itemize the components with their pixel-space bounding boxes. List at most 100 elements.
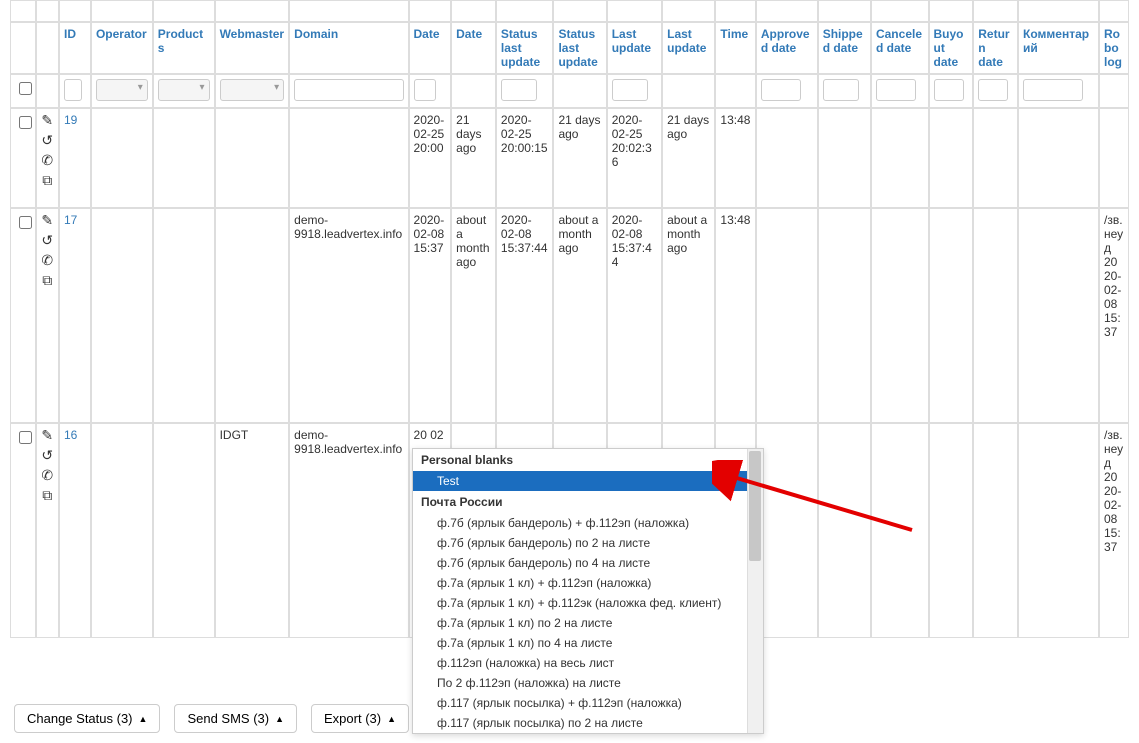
button-label: Export (3) (324, 711, 381, 726)
call-icon[interactable]: ✆ (41, 468, 53, 482)
cell-products (153, 423, 215, 638)
filter-id[interactable] (64, 79, 82, 101)
filter-approved[interactable] (761, 79, 801, 101)
col-operator[interactable]: Operator (91, 22, 153, 74)
id-link[interactable]: 17 (64, 213, 77, 227)
copy-icon[interactable]: ⧉ (42, 273, 52, 287)
col-status-last-update[interactable]: Status last update (496, 22, 554, 74)
col-id[interactable]: ID (59, 22, 91, 74)
cell-date: 2020-02-25 20:00 (409, 108, 452, 208)
dropdown-item[interactable]: ф.7а (ярлык 1 кл) + ф.112эп (наложка) (413, 573, 763, 593)
cell-operator (91, 423, 153, 638)
cell-operator (91, 108, 153, 208)
cell-domain (289, 108, 408, 208)
caret-up-icon: ▲ (275, 714, 284, 724)
cell-date-rel: 21 days ago (451, 108, 496, 208)
filter-domain[interactable] (294, 79, 403, 101)
dropdown-item[interactable]: ф.7б (ярлык бандероль) по 2 на листе (413, 533, 763, 553)
filter-lu[interactable] (612, 79, 648, 101)
col-webmaster[interactable]: Webmaster (215, 22, 290, 74)
send-sms-button[interactable]: Send SMS (3) ▲ (174, 704, 297, 733)
row-checkbox[interactable] (19, 216, 32, 229)
export-button[interactable]: Export (3) ▲ (311, 704, 409, 733)
dropdown-item[interactable]: ф.7б (ярлык бандероль) + ф.112эп (наложк… (413, 513, 763, 533)
cell-time: 13:48 (715, 208, 755, 423)
col-return[interactable]: Return date (973, 22, 1018, 74)
call-icon[interactable]: ✆ (41, 253, 53, 267)
dropdown-item[interactable]: По 2 ф.112эп (наложка) на листе (413, 673, 763, 693)
cell-time: 13:48 (715, 108, 755, 208)
col-canceled[interactable]: Canceled date (871, 22, 929, 74)
cell-lu: 2020-02-08 15:37:44 (607, 208, 662, 423)
col-domain[interactable]: Domain (289, 22, 408, 74)
cell-robolog: /зв. неуд 2020-02-08 15:37 (1099, 208, 1129, 423)
copy-icon[interactable]: ⧉ (42, 488, 52, 502)
cell-lu-rel: about a month ago (662, 208, 715, 423)
change-status-button[interactable]: Change Status (3) ▲ (14, 704, 160, 733)
filter-slu[interactable] (501, 79, 537, 101)
caret-up-icon: ▲ (387, 714, 396, 724)
history-icon[interactable]: ↺ (41, 448, 53, 462)
col-approved[interactable]: Approved date (756, 22, 818, 74)
col-shipped[interactable]: Shipped date (818, 22, 871, 74)
cell-robolog (1099, 108, 1129, 208)
filter-shipped[interactable] (823, 79, 859, 101)
caret-up-icon: ▲ (139, 714, 148, 724)
cell-date: 2020-02-08 15:37 (409, 208, 452, 423)
select-all-checkbox[interactable] (19, 82, 32, 95)
dropdown-item[interactable]: ф.117 (ярлык посылка) + ф.112эп (наложка… (413, 693, 763, 713)
cell-robolog: /зв. неуд 2020-02-08 15:37 (1099, 423, 1129, 638)
cell-webmaster (215, 108, 290, 208)
edit-icon[interactable]: ✎ (41, 428, 53, 442)
cell-date-rel: about a month ago (451, 208, 496, 423)
col-date2[interactable]: Date (451, 22, 496, 74)
dropdown-item[interactable]: ф.7а (ярлык 1 кл) + ф.112эк (наложка фед… (413, 593, 763, 613)
button-label: Change Status (3) (27, 711, 133, 726)
id-link[interactable]: 19 (64, 113, 77, 127)
print-blanks-dropdown: Personal blanks Test Почта России ф.7б (… (412, 448, 764, 734)
filter-date[interactable] (414, 79, 436, 101)
call-icon[interactable]: ✆ (41, 153, 53, 167)
dropdown-scrollbar[interactable] (747, 449, 763, 733)
cell-domain: demo-9918.leadvertex.info (289, 208, 408, 423)
col-comment[interactable]: Комментарий (1018, 22, 1099, 74)
row-checkbox[interactable] (19, 431, 32, 444)
col-status-last-update2[interactable]: Status last update (553, 22, 606, 74)
cell-domain: demo-9918.leadvertex.info (289, 423, 408, 638)
history-icon[interactable]: ↺ (41, 233, 53, 247)
filter-operator[interactable] (96, 79, 148, 101)
cell-lu-rel: 21 days ago (662, 108, 715, 208)
col-last-update[interactable]: Last update (607, 22, 662, 74)
filter-webmaster[interactable] (220, 79, 285, 101)
col-robolog[interactable]: Robo log (1099, 22, 1129, 74)
dropdown-item-test[interactable]: Test (413, 471, 763, 491)
col-buyout[interactable]: Buyout date (929, 22, 974, 74)
cell-webmaster (215, 208, 290, 423)
dropdown-item[interactable]: ф.117 (ярлык посылка) по 2 на листе (413, 713, 763, 733)
col-last-update2[interactable]: Last update (662, 22, 715, 74)
edit-icon[interactable]: ✎ (41, 113, 53, 127)
filter-products[interactable] (158, 79, 210, 101)
history-icon[interactable]: ↺ (41, 133, 53, 147)
filter-canceled[interactable] (876, 79, 916, 101)
filter-buyout[interactable] (934, 79, 964, 101)
copy-icon[interactable]: ⧉ (42, 173, 52, 187)
dropdown-item[interactable]: ф.112эп (наложка) на весь лист (413, 653, 763, 673)
dropdown-item[interactable]: ф.7а (ярлык 1 кл) по 4 на листе (413, 633, 763, 653)
edit-icon[interactable]: ✎ (41, 213, 53, 227)
col-date[interactable]: Date (409, 22, 452, 74)
cell-operator (91, 208, 153, 423)
dropdown-group-personal: Personal blanks (413, 449, 763, 471)
col-time[interactable]: Time (715, 22, 755, 74)
filter-comment[interactable] (1023, 79, 1083, 101)
dropdown-item[interactable]: ф.7б (ярлык бандероль) по 4 на листе (413, 553, 763, 573)
scrollbar-thumb[interactable] (749, 451, 761, 561)
cell-lu: 2020-02-25 20:02:36 (607, 108, 662, 208)
col-products[interactable]: Products (153, 22, 215, 74)
dropdown-item[interactable]: ф.7а (ярлык 1 кл) по 2 на листе (413, 613, 763, 633)
dropdown-group-post: Почта России (413, 491, 763, 513)
filter-return[interactable] (978, 79, 1008, 101)
id-link[interactable]: 16 (64, 428, 77, 442)
row-checkbox[interactable] (19, 116, 32, 129)
cell-slu: 2020-02-08 15:37:44 (496, 208, 554, 423)
